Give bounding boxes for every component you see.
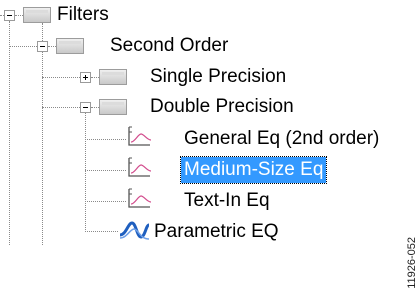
folder-icon	[23, 7, 51, 23]
filter-tree: Filters Second Order Single Precision Do…	[0, 0, 420, 289]
folder-icon	[99, 99, 127, 115]
tree-node-text-in-eq[interactable]: Text-In Eq	[184, 188, 270, 214]
tree-connector	[48, 46, 56, 47]
collapse-toggle-second-order[interactable]	[37, 41, 48, 52]
tree-connector	[85, 201, 126, 202]
chart-icon	[128, 157, 152, 177]
folder-icon	[99, 69, 127, 85]
tree-node-general-eq[interactable]: General Eq (2nd order)	[184, 126, 379, 152]
expand-toggle-single-precision[interactable]	[80, 72, 91, 83]
collapse-toggle-filters[interactable]	[4, 10, 15, 21]
chart-icon	[128, 188, 152, 208]
tree-connector	[42, 52, 43, 245]
chart-icon	[128, 126, 152, 146]
tree-connector	[85, 231, 118, 232]
tree-node-second-order[interactable]: Second Order	[110, 33, 228, 59]
tree-node-parametric-eq[interactable]: Parametric EQ	[154, 219, 279, 245]
tree-node-single-precision[interactable]: Single Precision	[150, 64, 286, 90]
tree-connector	[42, 107, 80, 108]
tree-connector	[15, 15, 23, 16]
tree-connector	[9, 46, 37, 47]
tree-node-medium-size-eq[interactable]: Medium-Size Eq	[179, 156, 328, 184]
tree-connector	[91, 107, 99, 108]
tree-connector	[91, 77, 99, 78]
tree-node-double-precision[interactable]: Double Precision	[150, 94, 294, 120]
tree-connector	[85, 113, 86, 232]
collapse-toggle-double-precision[interactable]	[80, 102, 91, 113]
folder-icon	[56, 38, 84, 54]
tree-connector	[42, 77, 80, 78]
tree-connector	[42, 23, 43, 43]
tree-connector	[85, 139, 126, 140]
tree-node-filters[interactable]: Filters	[57, 2, 109, 28]
parametric-eq-icon	[119, 221, 150, 240]
tree-connector	[9, 21, 10, 245]
tree-connector	[85, 170, 126, 171]
